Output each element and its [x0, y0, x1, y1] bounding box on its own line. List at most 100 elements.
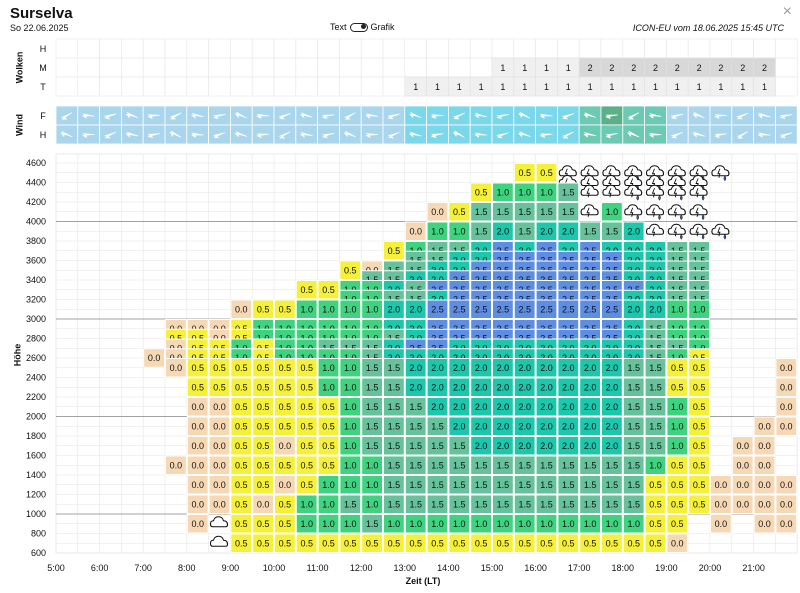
cloud-cell: [426, 38, 449, 59]
cloud-cover-value: 1: [457, 82, 462, 92]
cloud-cell: [426, 57, 449, 78]
y-tick-label: 4000: [26, 217, 46, 227]
thermal-value: 2.0: [649, 304, 662, 314]
thermal-value: 1.5: [562, 480, 575, 490]
thermal-value: 1.0: [366, 499, 379, 509]
thermal-value: 0.0: [409, 226, 422, 236]
thermal-value: 0.5: [279, 304, 292, 314]
thermal-value: 2.0: [562, 382, 575, 392]
thermal-value: 2.0: [627, 226, 640, 236]
thermal-value: 1.5: [497, 499, 510, 509]
thermal-value: 2.0: [606, 402, 619, 412]
cloud-cover-value: 1: [609, 82, 614, 92]
thermal-value: 1.5: [388, 382, 401, 392]
thermal-value: 1.5: [649, 363, 662, 373]
y-tick-label: 4600: [26, 158, 46, 168]
thermal-value: 1.5: [388, 460, 401, 470]
cloud-cell: [339, 57, 362, 78]
cloud-cell: [469, 38, 493, 59]
thermal-value: 1.0: [562, 519, 575, 529]
thermal-value: 0.5: [300, 402, 313, 412]
thermal-value: 1.5: [562, 207, 575, 217]
x-tick-label: 16:00: [524, 563, 547, 573]
y-tick-label: 1400: [26, 470, 46, 480]
cloud-cell: [186, 76, 209, 97]
thermal-value: 1.5: [475, 460, 488, 470]
thermal-value: 0.5: [627, 538, 640, 548]
y-tick-label: 2800: [26, 334, 46, 344]
thermal-value: 1.0: [344, 421, 357, 431]
thermal-value: 0.5: [257, 304, 270, 314]
wind-panel: FH Wind: [14, 105, 798, 145]
thermal-value: 1.5: [584, 499, 597, 509]
thermal-value: 1.5: [497, 207, 510, 217]
thermal-value: 1.0: [518, 519, 531, 529]
thermal-value: 2.0: [518, 441, 531, 451]
thermal-value: 0.5: [300, 285, 313, 295]
y-tick-label: 1200: [26, 490, 46, 500]
cloud-cell: [382, 38, 406, 59]
thermal-value: 0.0: [758, 480, 771, 490]
thermal-value: 2.0: [606, 363, 619, 373]
thermal-value: 0.5: [693, 499, 706, 509]
thermal-value: 1.0: [518, 187, 531, 197]
thermal-value: 0.5: [300, 382, 313, 392]
clouds-panel: HM 1 1 1 1 2 2 2 2 2 2 2 2 2 T 1 1 1 1 1 1 1 1 1 1 1 1 1 1 1 1 1 Wolken: [14, 38, 798, 97]
thermal-value: 1.5: [431, 441, 444, 451]
thermal-value: 1.0: [540, 187, 553, 197]
cloud-cell: [273, 57, 297, 78]
thermal-value: 1.5: [562, 499, 575, 509]
cloud-cell: [55, 38, 79, 59]
y-tick-label: 3800: [26, 236, 46, 246]
thermal-value: 2.0: [606, 421, 619, 431]
thermal-value: 2.0: [497, 402, 510, 412]
thermal-value: 0.5: [257, 402, 270, 412]
thermal-value: 1.5: [518, 460, 531, 470]
thermal-value: 1.0: [322, 499, 335, 509]
thermal-value: 1.5: [366, 441, 379, 451]
thermal-value: 2.0: [584, 382, 597, 392]
thermal-value: 2.0: [475, 363, 488, 373]
thermal-value: 0.0: [758, 421, 771, 431]
thermal-value: 2.0: [584, 402, 597, 412]
thermal-value: 0.0: [431, 207, 444, 217]
cloud-cell: [687, 38, 711, 59]
cloud-cell: [578, 38, 602, 59]
thermal-value: 1.5: [540, 460, 553, 470]
thermal-value: 0.5: [475, 187, 488, 197]
cloud-cell: [775, 76, 798, 97]
y-tick-label: 4200: [26, 197, 46, 207]
thermal-value: 1.5: [518, 207, 531, 217]
thermal-value: 0.0: [191, 421, 204, 431]
thermal-value: 0.0: [213, 441, 226, 451]
y-tick-label: 1000: [26, 509, 46, 519]
cloud-cell: [99, 76, 122, 97]
thermal-value: 1.0: [453, 519, 466, 529]
cloud-cell: [557, 38, 580, 59]
thermal-value: 0.0: [758, 519, 771, 529]
thermal-value: 1.5: [388, 363, 401, 373]
y-tick-label: 2200: [26, 392, 46, 402]
thermal-value: 1.5: [366, 519, 379, 529]
thermal-value: 0.5: [300, 441, 313, 451]
thermal-value: 1.0: [322, 304, 335, 314]
thermal-value: 0.5: [431, 538, 444, 548]
thermal-value: 1.0: [409, 519, 422, 529]
cloud-cell: [230, 38, 253, 59]
thermal-value: 1.0: [366, 460, 379, 470]
cloud-cover-value: 1: [413, 82, 418, 92]
forecast-chart: HM 1 1 1 1 2 2 2 2 2 2 2 2 2T 1 1 1 1 1 1 1 1 1 1 1 1 1 1 1 1 1Wolken …: [12, 38, 798, 586]
cloud-cell: [404, 57, 427, 78]
thermal-value: 1.5: [627, 480, 640, 490]
cloud-cell: [55, 57, 79, 78]
thermal-value: 2.0: [562, 363, 575, 373]
cloud-cell: [753, 38, 776, 59]
y-tick-label: 2400: [26, 373, 46, 383]
cloud-cell: [448, 57, 471, 78]
thermal-value: 1.5: [562, 460, 575, 470]
cloud-cell: [164, 76, 188, 97]
thermal-value: 1.5: [562, 187, 575, 197]
thermal-value: 0.0: [780, 519, 793, 529]
thermal-value: 0.5: [693, 382, 706, 392]
thermal-value: 0.5: [191, 382, 204, 392]
